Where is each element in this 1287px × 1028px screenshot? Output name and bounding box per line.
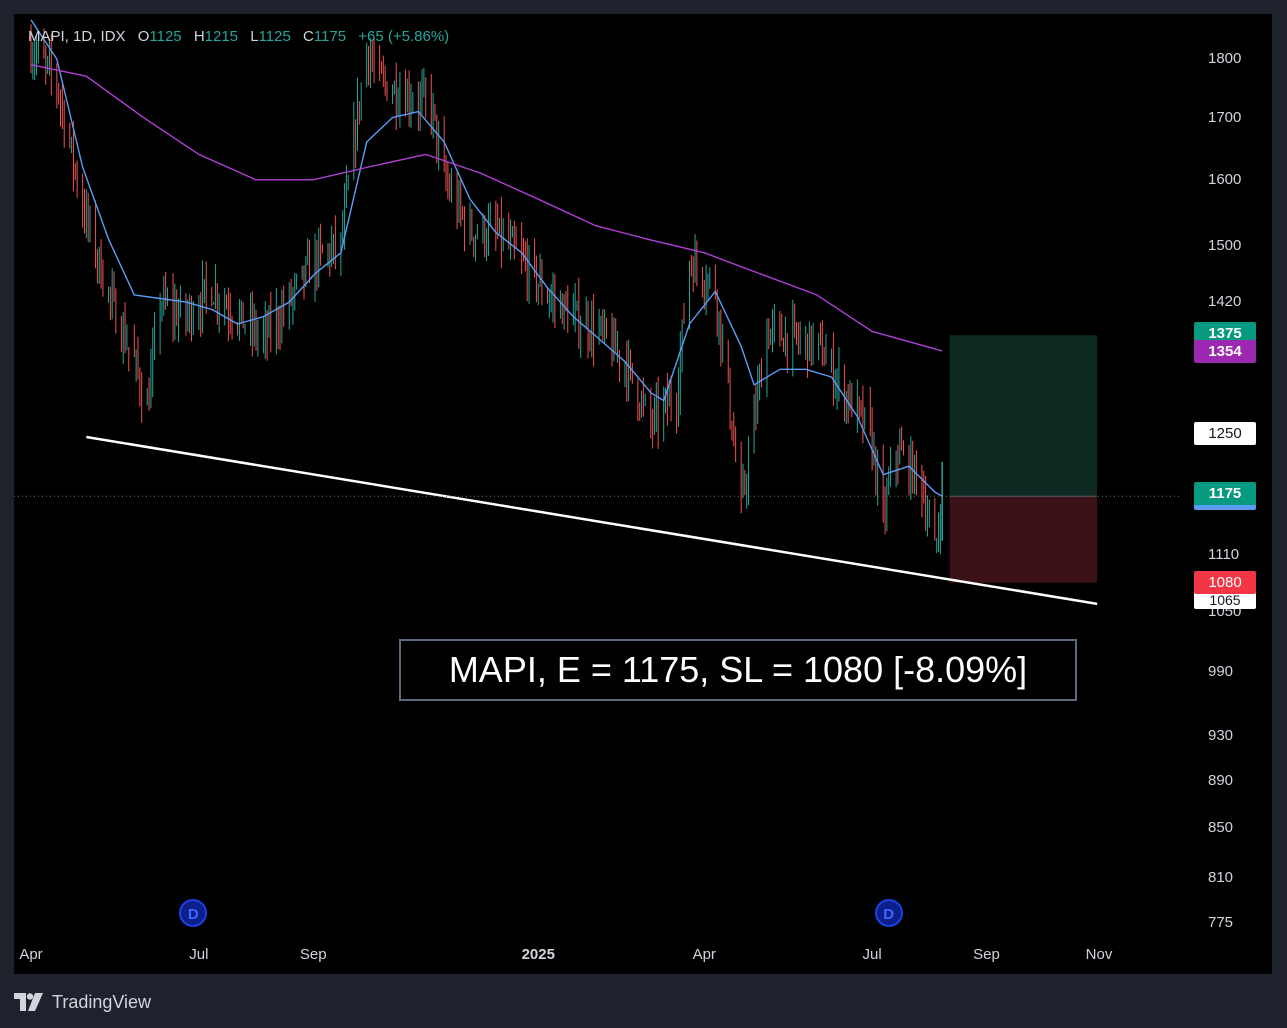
stop-zone xyxy=(949,496,1098,583)
y-tick-label: 890 xyxy=(1208,772,1234,790)
price-tag-slow-ma: 1354 xyxy=(1194,339,1256,363)
legend-close: 1175 xyxy=(313,28,347,45)
legend-low-label: L xyxy=(250,28,259,45)
price-chart[interactable] xyxy=(14,14,1272,974)
support-trendline xyxy=(86,435,1098,606)
price-tag-current: 1175 xyxy=(1194,482,1256,511)
y-tick-label: 1700 xyxy=(1208,108,1242,126)
price-tag-1065: 1065 xyxy=(1194,591,1256,610)
y-tick-label: 1600 xyxy=(1208,170,1242,188)
x-tick-label: Apr xyxy=(692,946,716,963)
legend-change: +65 (+5.86%) xyxy=(358,28,450,45)
x-tick-label: 2025 xyxy=(521,946,555,963)
x-tick-label: Sep xyxy=(973,946,1000,963)
legend-open-label: O xyxy=(137,28,150,45)
y-tick-label: 1110 xyxy=(1208,545,1240,563)
x-tick-label: Apr xyxy=(19,946,43,963)
y-tick-label: 1800 xyxy=(1208,50,1242,67)
trade-note[interactable]: MAPI, E = 1175, SL = 1080 [-8.09%] xyxy=(399,639,1077,701)
moving-average-slow-line xyxy=(30,64,943,352)
price-tag-1250: 1250 xyxy=(1194,421,1256,445)
x-tick-label: Jul xyxy=(189,946,209,963)
candles xyxy=(30,24,943,555)
footer: TradingView xyxy=(14,988,151,1016)
y-tick-label: 1500 xyxy=(1208,236,1242,254)
brand-name[interactable]: TradingView xyxy=(52,992,151,1013)
dividend-marker[interactable]: D xyxy=(874,899,903,927)
y-tick-label: 1420 xyxy=(1208,293,1242,311)
y-tick-label: 775 xyxy=(1208,914,1234,931)
x-tick-label: Jul xyxy=(862,946,882,963)
chart-area[interactable]: MAPI, 1D, IDX O1125 H1215 L1125 C1175 +6… xyxy=(14,14,1272,974)
legend-open: 1125 xyxy=(149,28,182,45)
x-tick-label: Sep xyxy=(299,946,327,963)
legend-high-label: H xyxy=(193,28,205,45)
tradingview-logo-icon[interactable] xyxy=(14,993,44,1011)
legend-high: 1215 xyxy=(204,28,239,45)
legend-symbol[interactable]: MAPI, 1D, IDX xyxy=(28,28,126,45)
legend-close-label: C xyxy=(302,28,314,45)
legend-low: 1125 xyxy=(258,28,291,45)
target-zone xyxy=(949,335,1098,497)
price-tag-stop: 1080 xyxy=(1194,570,1256,594)
y-tick-label: 990 xyxy=(1208,662,1234,680)
y-tick-label: 810 xyxy=(1208,868,1234,886)
y-tick-label: 850 xyxy=(1208,819,1234,837)
symbol-legend: MAPI, 1D, IDX O1125 H1215 L1125 C1175 +6… xyxy=(28,28,449,45)
y-tick-label: 930 xyxy=(1208,727,1234,745)
x-tick-label: Nov xyxy=(1085,946,1113,963)
